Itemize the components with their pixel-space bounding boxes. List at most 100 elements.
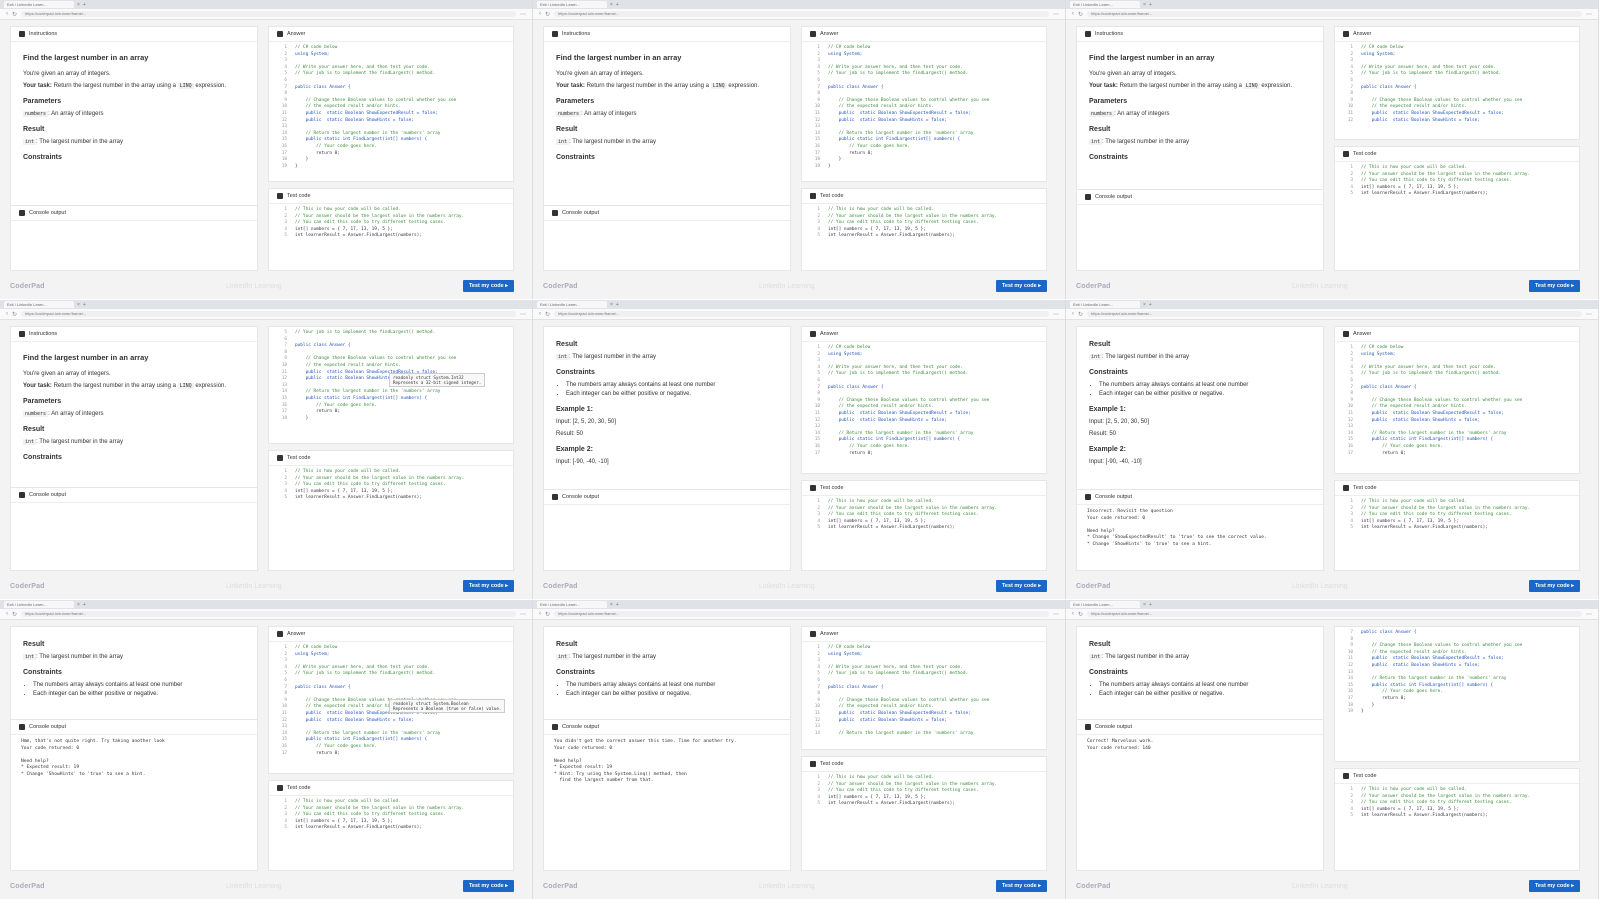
code-line[interactable]: 17 return 0; xyxy=(806,151,1042,158)
browser-tab[interactable]: Exit / LinkedIn Learn... xyxy=(537,301,607,308)
code-text[interactable]: public static int FindLargest(int[] numb… xyxy=(828,137,961,142)
answer-editor[interactable]: 5 // Your job is to implement the findLar… xyxy=(268,326,514,444)
code-line[interactable]: 17 return 0; xyxy=(806,451,1042,458)
code-text[interactable]: public static int FindLargest(int[] numb… xyxy=(1361,437,1494,442)
code-line[interactable]: 12 public static Boolean ShowHints = fal… xyxy=(1339,118,1575,125)
test-my-code-button[interactable]: Test my code ▸ xyxy=(1528,280,1580,292)
code-text[interactable]: public static int FindLargest(int[] numb… xyxy=(295,737,428,742)
code-line[interactable]: 16 // Your code goes here. xyxy=(273,744,509,751)
code-line[interactable]: 3 // You can edit this code to try differ… xyxy=(1339,512,1575,519)
code-text[interactable]: public static Boolean ShowExpectedResult… xyxy=(1361,411,1504,416)
code-line[interactable]: 1 // C# code below xyxy=(806,345,1042,352)
code-line[interactable]: 17 return 0; xyxy=(1339,696,1575,703)
answer-editor[interactable]: Answer 1// C# code below 2 using System; 3 4/… xyxy=(1334,326,1580,474)
code-line[interactable]: 6 xyxy=(1339,78,1575,85)
code-text[interactable]: public class Answer { xyxy=(828,85,884,90)
code-line[interactable]: 3 xyxy=(1339,58,1575,65)
code-lines[interactable]: 1 // This is how your code will be called… xyxy=(802,772,1046,811)
code-text[interactable]: // Your answer should be the largest val… xyxy=(295,806,464,811)
test-my-code-button[interactable]: Test my code ▸ xyxy=(462,280,514,292)
code-line[interactable]: 10 // the expected result and/or hints. xyxy=(1339,404,1575,411)
code-text[interactable]: // Return the largest number in the 'num… xyxy=(828,731,974,736)
code-line[interactable]: 16 // Your code goes here. xyxy=(1339,444,1575,451)
code-text[interactable]: public static Boolean ShowHints = false; xyxy=(295,718,414,723)
close-tab-icon[interactable]: × xyxy=(610,2,613,8)
code-line[interactable]: 12 public static Boolean ShowHints = fal… xyxy=(1339,663,1575,670)
code-text[interactable]: int learnerResult = Answer.FindLargest(n… xyxy=(295,825,422,830)
code-text[interactable]: // Return the largest number in the 'num… xyxy=(295,389,441,394)
code-line[interactable]: 7 public class Answer { xyxy=(273,85,509,92)
code-text[interactable]: // Change these Boolean values to contro… xyxy=(828,398,990,403)
extensions-icon[interactable]: ⋯ xyxy=(1586,611,1592,618)
back-icon[interactable]: ‹ xyxy=(6,11,8,17)
code-text[interactable]: // Change these Boolean values to contro… xyxy=(295,356,457,361)
extensions-icon[interactable]: ⋯ xyxy=(520,11,526,18)
code-line[interactable]: 12 public static Boolean ShowHints = fal… xyxy=(806,118,1042,125)
code-text[interactable]: // You can edit this code to try differe… xyxy=(1361,512,1512,517)
new-tab-icon[interactable]: + xyxy=(616,602,619,608)
code-line[interactable]: 5 int learnerResult = Answer.FindLargest(… xyxy=(273,233,509,240)
code-line[interactable]: 19} xyxy=(806,164,1042,171)
code-line[interactable]: 11 public static Boolean ShowExpectedRes… xyxy=(806,411,1042,418)
code-line[interactable]: 10 // the expected result and/or hints. xyxy=(806,404,1042,411)
extensions-icon[interactable]: ⋯ xyxy=(1586,11,1592,18)
close-tab-icon[interactable]: × xyxy=(1143,2,1146,8)
code-text[interactable]: // Write your answer here, and then test… xyxy=(295,665,430,670)
code-line[interactable]: 7 public class Answer { xyxy=(806,685,1042,692)
new-tab-icon[interactable]: + xyxy=(83,602,86,608)
code-line[interactable]: 15 public static int FindLargest(int[] n… xyxy=(1339,437,1575,444)
code-text[interactable]: int learnerResult = Answer.FindLargest(n… xyxy=(1361,191,1488,196)
code-line[interactable]: 13 xyxy=(806,124,1042,131)
test-code-editor[interactable]: Test code 1 // This is how your code will … xyxy=(801,480,1047,571)
code-text[interactable]: // This is how your code will be called. xyxy=(1361,787,1467,792)
code-line[interactable]: 3 // You can edit this code to try differ… xyxy=(806,512,1042,519)
code-text[interactable]: // This is how your code will be called. xyxy=(828,499,934,504)
url-field[interactable]: https://coderpad.io/runner/frame/... xyxy=(21,311,516,317)
code-text[interactable]: // Change these Boolean values to contro… xyxy=(828,698,990,703)
url-field[interactable]: https://coderpad.io/runner/frame/... xyxy=(21,11,516,17)
code-text[interactable]: return 0; xyxy=(1361,696,1406,701)
code-line[interactable]: 1 // This is how your code will be called… xyxy=(1339,787,1575,794)
code-line[interactable]: 3 // You can edit this code to try differ… xyxy=(273,482,509,489)
code-line[interactable]: 5 int learnerResult = Answer.FindLargest(… xyxy=(1339,525,1575,532)
code-text[interactable]: // C# code below xyxy=(828,345,870,350)
browser-tab[interactable]: Exit / LinkedIn Learn... xyxy=(537,1,607,8)
code-text[interactable]: public static Boolean ShowHints = false; xyxy=(828,118,947,123)
code-line[interactable]: 8 xyxy=(273,691,509,698)
code-line[interactable]: 6 xyxy=(806,378,1042,385)
code-line[interactable]: 3 xyxy=(806,658,1042,665)
test-code-editor[interactable]: Test code 1 // This is how your code will … xyxy=(268,780,514,871)
code-text[interactable]: public static Boolean ShowExpectedResult… xyxy=(1361,656,1504,661)
test-code-editor[interactable]: Test code 1 // This is how your code will … xyxy=(268,188,514,271)
code-line[interactable]: 1 // C# code below xyxy=(273,45,509,52)
browser-tab[interactable]: Exit / LinkedIn Learn... xyxy=(1070,601,1140,608)
code-line[interactable]: 11 public static Boolean ShowExpectedRes… xyxy=(1339,656,1575,663)
code-line[interactable]: 5 int learnerResult = Answer.FindLargest(… xyxy=(1339,813,1575,820)
code-text[interactable]: // Your answer should be the largest val… xyxy=(1361,506,1530,511)
code-text[interactable]: using System; xyxy=(828,652,862,657)
code-line[interactable]: 14 // Return the largest number in the '… xyxy=(273,389,509,396)
code-text[interactable]: // This is how your code will be called. xyxy=(828,775,934,780)
code-text[interactable]: // Your job is to implement the findLarg… xyxy=(295,71,435,76)
code-line[interactable]: 6 xyxy=(806,78,1042,85)
code-text[interactable]: // the expected result and/or hints. xyxy=(828,104,934,109)
new-tab-icon[interactable]: + xyxy=(1149,2,1152,8)
code-text[interactable]: // Your job is to implement the findLarg… xyxy=(1361,371,1501,376)
code-line[interactable]: 5 // Your job is to implement the findLar… xyxy=(806,671,1042,678)
code-text[interactable]: // Return the largest number in the 'num… xyxy=(295,131,441,136)
code-text[interactable]: return 0; xyxy=(828,451,873,456)
code-line[interactable]: 10 // the expected result and/or hints. xyxy=(273,104,509,111)
code-line[interactable]: 2 using System; xyxy=(273,652,509,659)
code-line[interactable]: 13 xyxy=(806,424,1042,431)
code-text[interactable]: // Return the largest number in the 'num… xyxy=(1361,676,1507,681)
code-line[interactable]: 3 // You can edit this code to try differ… xyxy=(273,220,509,227)
code-text[interactable]: // C# code below xyxy=(828,645,870,650)
back-icon[interactable]: ‹ xyxy=(539,311,541,317)
code-text[interactable]: public static int FindLargest(int[] numb… xyxy=(1361,683,1494,688)
code-line[interactable]: 6 xyxy=(1339,378,1575,385)
code-line[interactable]: 18 } xyxy=(273,157,509,164)
answer-editor[interactable]: 7 public class Answer {8 9 // Change these… xyxy=(1334,626,1580,762)
code-text[interactable]: // Your code goes here. xyxy=(295,403,377,408)
code-text[interactable]: // You can edit this code to try differe… xyxy=(1361,178,1512,183)
code-line[interactable]: 6 xyxy=(273,678,509,685)
